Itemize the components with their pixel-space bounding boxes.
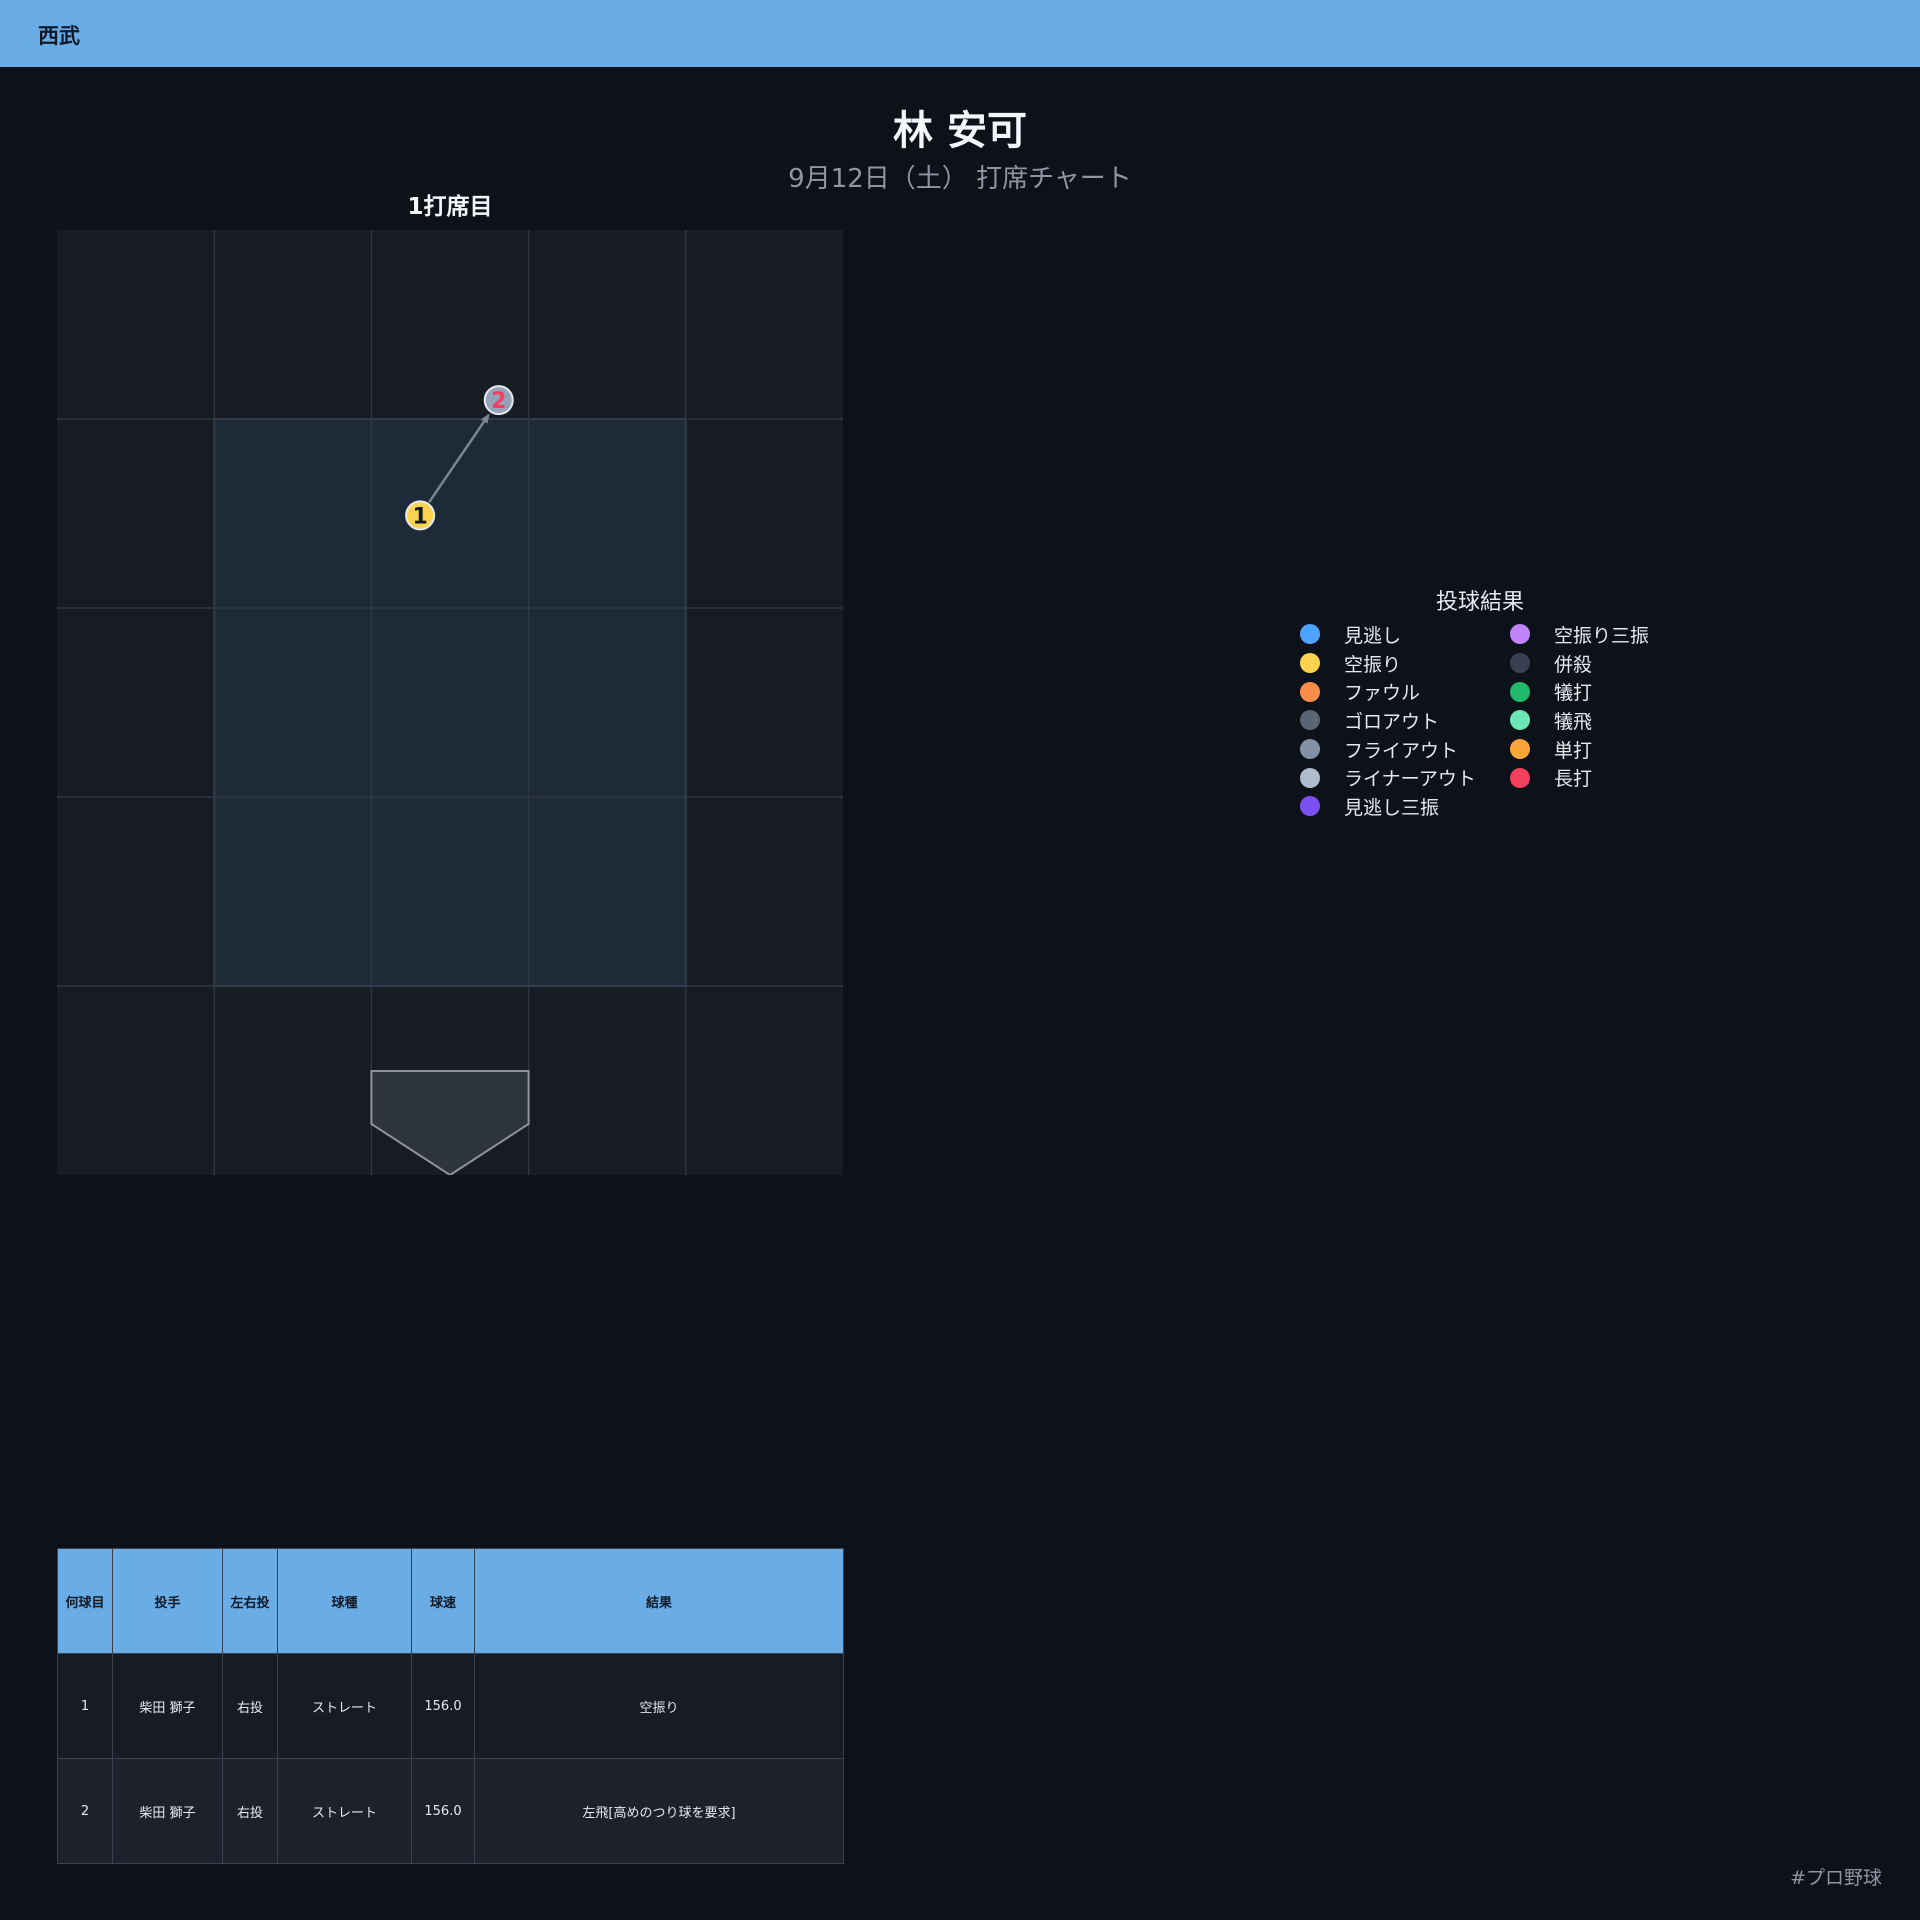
legend-dot-icon bbox=[1300, 767, 1320, 788]
legend-label: 犠打 bbox=[1554, 682, 1593, 705]
header-pitch-type: 球種 bbox=[277, 1548, 412, 1654]
strike-zone bbox=[213, 418, 687, 987]
header-speed: 球速 bbox=[411, 1548, 475, 1654]
header-result: 結果 bbox=[474, 1548, 844, 1654]
legend-item: 犠飛 bbox=[1500, 706, 1660, 735]
legend-label: 見逃し三振 bbox=[1344, 796, 1440, 819]
cell-result: 左飛[高めのつり球を要求] bbox=[474, 1758, 844, 1864]
pitch-number-label: 1 bbox=[412, 504, 427, 529]
cell-pitch-number: 1 bbox=[57, 1653, 113, 1759]
header-pitcher: 投手 bbox=[112, 1548, 223, 1654]
legend-item: ファウル bbox=[1290, 677, 1500, 706]
table-row: 2 柴田 獅子 右投 ストレート 156.0 左飛[高めのつり球を要求] bbox=[57, 1758, 844, 1864]
cell-throwing-hand: 右投 bbox=[222, 1653, 278, 1759]
header-throwing-hand: 左右投 bbox=[222, 1548, 278, 1654]
legend-dot-icon bbox=[1300, 796, 1320, 817]
legend-dot-icon bbox=[1510, 767, 1530, 788]
team-name: 西武 bbox=[38, 24, 80, 48]
cell-pitcher: 柴田 獅子 bbox=[112, 1758, 223, 1864]
cell-pitch-type: ストレート bbox=[277, 1653, 412, 1759]
legend-item: フライアウト bbox=[1290, 735, 1500, 764]
legend-label: ライナーアウト bbox=[1344, 768, 1476, 791]
player-name: 林 安可 bbox=[893, 108, 1027, 154]
pitch-table: 何球目 投手 左右投 球種 球速 結果 1 柴田 獅子 右投 ストレート 156… bbox=[57, 1548, 844, 1864]
legend-item: 犠打 bbox=[1500, 677, 1660, 706]
table-header-row: 何球目 投手 左右投 球種 球速 結果 bbox=[57, 1548, 844, 1654]
cell-pitch-type: ストレート bbox=[277, 1758, 412, 1864]
cell-result: 空振り bbox=[474, 1653, 844, 1759]
legend-item: ライナーアウト bbox=[1290, 763, 1500, 792]
legend-item: 見逃し三振 bbox=[1290, 792, 1500, 821]
legend-label: 長打 bbox=[1554, 768, 1593, 791]
legend-dot-icon bbox=[1510, 624, 1530, 645]
legend-item: 長打 bbox=[1500, 763, 1660, 792]
legend-label: 空振り三振 bbox=[1554, 624, 1650, 647]
legend: 投球結果 見逃し 空振り三振空振り 併殺ファウル 犠打ゴロアウト 犠飛フライアウト 単打ラ… bbox=[1290, 584, 1660, 821]
legend-dot-icon bbox=[1510, 653, 1530, 674]
legend-dot-icon bbox=[1300, 681, 1320, 702]
legend-grid: 見逃し 空振り三振空振り 併殺ファウル 犠打ゴロアウト 犠飛フライアウト 単打ライナーアウ… bbox=[1290, 620, 1660, 821]
legend-dot-icon bbox=[1300, 739, 1320, 760]
legend-label: 単打 bbox=[1554, 739, 1593, 762]
pitch-number-label: 2 bbox=[491, 389, 506, 414]
legend-dot-icon bbox=[1300, 624, 1320, 645]
legend-item: ゴロアウト bbox=[1290, 706, 1500, 735]
top-bar: 西武 bbox=[0, 0, 1920, 67]
cell-throwing-hand: 右投 bbox=[222, 1758, 278, 1864]
legend-dot-icon bbox=[1300, 710, 1320, 731]
legend-label: ファウル bbox=[1344, 682, 1421, 705]
legend-item: 単打 bbox=[1500, 735, 1660, 764]
legend-label: フライアウト bbox=[1344, 739, 1459, 762]
legend-item: 空振り bbox=[1290, 649, 1500, 678]
legend-dot-icon bbox=[1510, 739, 1530, 760]
cell-pitch-number: 2 bbox=[57, 1758, 113, 1864]
legend-label: 空振り bbox=[1344, 653, 1402, 676]
table-row: 1 柴田 獅子 右投 ストレート 156.0 空振り bbox=[57, 1653, 844, 1759]
cell-speed: 156.0 bbox=[411, 1758, 475, 1864]
cell-speed: 156.0 bbox=[411, 1653, 475, 1759]
legend-label: 見逃し bbox=[1344, 624, 1402, 647]
legend-item: 併殺 bbox=[1500, 649, 1660, 678]
pitch-location-chart: 12 bbox=[57, 230, 843, 1175]
legend-label: 併殺 bbox=[1554, 653, 1593, 676]
legend-title: 投球結果 bbox=[1435, 590, 1524, 615]
cell-pitcher: 柴田 獅子 bbox=[112, 1653, 223, 1759]
legend-item: 空振り三振 bbox=[1500, 620, 1660, 649]
header-pitch-number: 何球目 bbox=[57, 1548, 113, 1654]
legend-dot-icon bbox=[1510, 710, 1530, 731]
legend-dot-icon bbox=[1510, 681, 1530, 702]
plate-appearance-title: 1打席目 bbox=[407, 194, 493, 220]
legend-label: 犠飛 bbox=[1554, 710, 1593, 733]
legend-label: ゴロアウト bbox=[1344, 710, 1440, 733]
legend-item: 見逃し bbox=[1290, 620, 1500, 649]
legend-dot-icon bbox=[1300, 653, 1320, 674]
hashtag: #プロ野球 bbox=[1790, 1867, 1882, 1889]
